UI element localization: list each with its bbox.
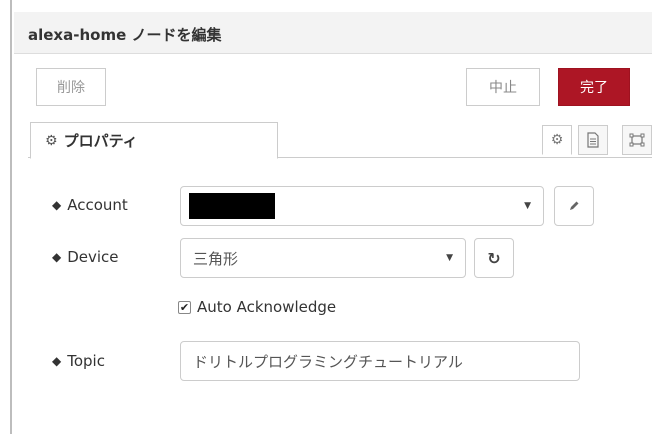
tray-header: alexa-home ノードを編集	[14, 12, 652, 54]
done-button[interactable]: 完了	[558, 68, 630, 106]
gear-icon: ⚙	[45, 132, 58, 149]
tray-title: alexa-home ノードを編集	[28, 26, 222, 44]
document-icon	[587, 132, 599, 148]
auto-acknowledge-label: Auto Acknowledge	[197, 298, 337, 316]
caret-down-icon: ▼	[446, 253, 453, 263]
auto-acknowledge-row: ✔ Auto Acknowledge	[178, 298, 336, 316]
tag-icon: ◆	[52, 198, 62, 212]
topic-label: ◆ Topic	[52, 352, 105, 370]
frame-icon	[629, 133, 645, 147]
tag-icon: ◆	[52, 354, 62, 368]
pencil-icon	[570, 201, 579, 210]
edit-account-button[interactable]	[554, 186, 594, 226]
tabs-bar: ⚙ プロパティ ⚙	[28, 118, 652, 159]
device-select[interactable]: 三角形 ▼	[180, 238, 466, 278]
caret-down-icon: ▼	[524, 201, 531, 211]
device-label-text: Device	[67, 248, 119, 266]
account-select[interactable]: ▼	[180, 186, 544, 226]
device-label: ◆ Device	[52, 248, 119, 266]
account-label: ◆ Account	[52, 196, 128, 214]
tab-properties[interactable]: ⚙ プロパティ	[30, 122, 278, 159]
refresh-devices-button[interactable]: ↻	[474, 238, 514, 278]
appearance-tab-icon[interactable]	[622, 125, 652, 155]
settings-tab-icon[interactable]: ⚙	[542, 125, 572, 155]
description-tab-icon[interactable]	[578, 125, 608, 155]
refresh-icon: ↻	[487, 248, 501, 268]
tag-icon: ◆	[52, 250, 62, 264]
cancel-button[interactable]: 中止	[466, 68, 540, 106]
redacted-account-value	[189, 193, 275, 219]
checkmark-icon: ✔	[179, 300, 190, 314]
gear-icon: ⚙	[550, 132, 564, 148]
sidebar-edge	[0, 0, 12, 434]
delete-button[interactable]: 削除	[36, 68, 106, 106]
edit-tray: alexa-home ノードを編集 削除 中止 完了 ⚙ プロパティ ⚙ ◆ A…	[14, 0, 652, 434]
tab-properties-label: プロパティ	[63, 132, 138, 150]
account-label-text: Account	[67, 196, 128, 214]
auto-acknowledge-checkbox[interactable]: ✔	[178, 300, 191, 314]
device-select-value: 三角形	[193, 249, 239, 268]
topic-label-text: Topic	[67, 352, 105, 370]
topic-input[interactable]: ドリトルプログラミングチュートリアル	[180, 341, 580, 381]
